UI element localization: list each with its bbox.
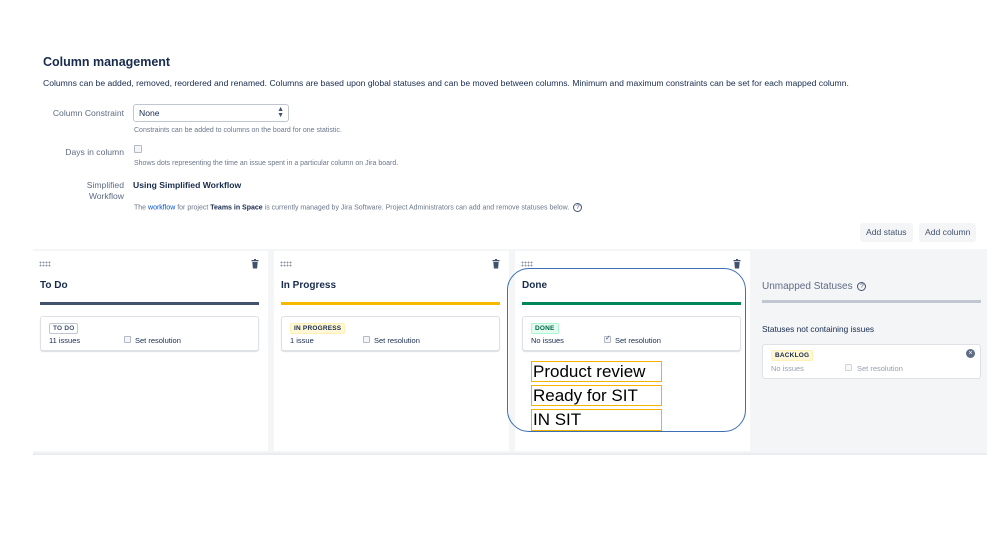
- annotation-product-review: Product review: [531, 361, 662, 382]
- workflow-help-post: is currently managed by Jira Software. P…: [264, 204, 570, 212]
- status-lozenge: TO DO: [49, 323, 79, 334]
- issue-count: 1 issue: [290, 336, 314, 345]
- highlight-outline: [507, 268, 746, 432]
- annotation-ready-for-sit: Ready for SIT: [531, 385, 662, 406]
- constraint-help: Constraints can be added to columns on t…: [134, 127, 342, 134]
- unmapped-title-text: Unmapped Statuses: [762, 281, 853, 292]
- column-color-bar: [40, 302, 259, 305]
- workflow-project: Teams in Space: [210, 204, 263, 212]
- days-in-column-label: Days in column: [65, 147, 124, 157]
- workflow-value: Using Simplified Workflow: [133, 180, 242, 190]
- days-in-column-help: Shows dots representing the time an issu…: [134, 160, 399, 167]
- column-management-description: Columns can be added, removed, reordered…: [43, 78, 849, 88]
- workflow-link[interactable]: workflow: [148, 204, 175, 211]
- status-card-to-do[interactable]: TO DO 11 issues Set resolution: [40, 316, 259, 351]
- set-resolution-label: Set resolution: [135, 336, 181, 345]
- workflow-label-line1: Simplified: [86, 180, 124, 190]
- set-resolution-checkbox[interactable]: [363, 336, 370, 343]
- add-column-button[interactable]: Add column: [919, 223, 977, 242]
- trash-icon[interactable]: [491, 259, 501, 269]
- set-resolution-checkbox[interactable]: [124, 336, 131, 343]
- select-arrow-icon: ▲ ▼: [277, 106, 284, 119]
- column-to-do[interactable]: To Do TO DO 11 issues Set resolution: [33, 251, 268, 451]
- unmapped-title: Unmapped Statuses ?: [762, 281, 867, 292]
- constraint-select[interactable]: None ▲ ▼: [133, 104, 289, 122]
- add-status-button[interactable]: Add status: [860, 223, 913, 242]
- status-card-backlog[interactable]: BACKLOG No issues Set resolution ×: [762, 344, 981, 379]
- unmapped-subtitle: Statuses not containing issues: [762, 324, 875, 334]
- drag-handle-icon[interactable]: [521, 261, 533, 267]
- unmapped-bar: [762, 300, 981, 303]
- drag-handle-icon[interactable]: [280, 261, 292, 267]
- set-resolution-label: Set resolution: [857, 364, 903, 373]
- column-color-bar: [281, 302, 500, 305]
- column-management-title: Column management: [43, 55, 171, 69]
- issue-count: 11 issues: [49, 336, 81, 345]
- days-in-column-checkbox[interactable]: [134, 145, 142, 153]
- status-lozenge: IN PROGRESS: [290, 323, 346, 334]
- column-in-progress[interactable]: In Progress IN PROGRESS 1 issue Set reso…: [274, 251, 509, 451]
- workflow-help-mid: for project: [177, 204, 209, 212]
- status-lozenge: BACKLOG: [771, 350, 814, 361]
- column-name[interactable]: To Do: [40, 280, 68, 291]
- annotation-in-sit: IN SIT: [531, 409, 662, 431]
- column-name[interactable]: In Progress: [281, 280, 336, 291]
- close-circle-icon[interactable]: ×: [966, 349, 975, 358]
- constraint-label: Column Constraint: [52, 108, 124, 118]
- workflow-help: The workflow for project Teams in Space …: [134, 203, 583, 212]
- drag-handle-icon[interactable]: [39, 261, 51, 267]
- workflow-label: Simplified Workflow: [42, 180, 124, 202]
- status-card-in-progress[interactable]: IN PROGRESS 1 issue Set resolution: [281, 316, 500, 351]
- help-icon[interactable]: ?: [573, 203, 583, 212]
- set-resolution-checkbox[interactable]: [845, 364, 852, 371]
- issue-count: No issues: [771, 364, 804, 373]
- constraint-select-value: None: [139, 108, 160, 118]
- trash-icon[interactable]: [250, 259, 260, 269]
- workflow-help-pre: The: [134, 204, 147, 212]
- workflow-label-line2: Workflow: [88, 191, 124, 201]
- help-icon[interactable]: ?: [857, 281, 867, 291]
- set-resolution-label: Set resolution: [374, 336, 420, 345]
- trash-icon[interactable]: [732, 259, 742, 269]
- unmapped-statuses-panel: Unmapped Statuses ? Statuses not contain…: [751, 251, 987, 451]
